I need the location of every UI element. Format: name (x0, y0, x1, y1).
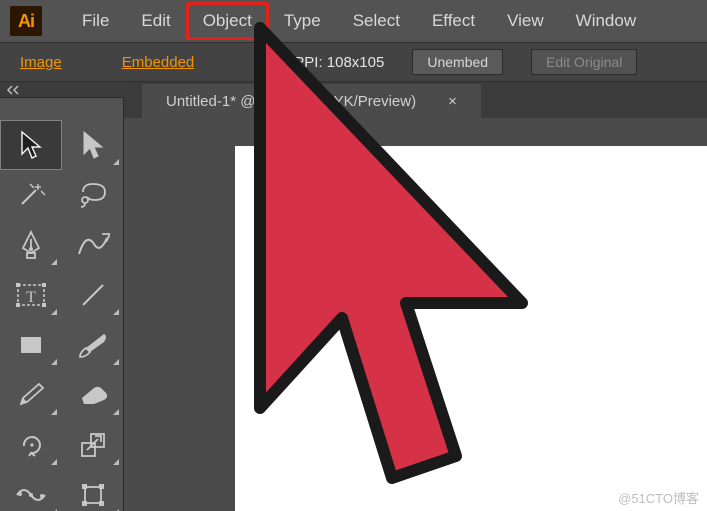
menu-bar: Ai File Edit Object Type Select Effect V… (0, 0, 707, 42)
direct-selection-tool-icon (80, 130, 106, 160)
free-transform-tool[interactable] (62, 470, 124, 511)
double-chevron-left-icon (6, 85, 20, 95)
ppi-label: PPI: 108x105 (294, 54, 384, 71)
rectangle-tool[interactable] (0, 320, 62, 370)
lasso-tool[interactable] (62, 170, 124, 220)
document-title-prefix: Untitled-1* @ (166, 93, 255, 110)
toolbox: T (0, 98, 124, 511)
control-bar: Image Embedded PPI: 108x105 Unembed Edit… (0, 42, 707, 82)
type-tool[interactable]: T (0, 270, 62, 320)
pen-tool-icon (16, 229, 46, 261)
document-title: Untitled-1* @ XXXXXXX YK/Preview) (166, 93, 416, 110)
menu-edit[interactable]: Edit (125, 3, 186, 39)
app-logo: Ai (10, 6, 42, 36)
lasso-icon (77, 180, 109, 210)
menu-effect[interactable]: Effect (416, 3, 491, 39)
paintbrush-icon (76, 330, 110, 360)
scale-icon (78, 430, 108, 460)
pencil-icon (15, 380, 47, 410)
line-segment-icon (78, 280, 108, 310)
menu-select[interactable]: Select (337, 3, 416, 39)
paintbrush-tool[interactable] (62, 320, 124, 370)
document-title-suffix: YK/Preview) (334, 93, 417, 110)
unembed-button[interactable]: Unembed (412, 49, 503, 75)
close-tab-button[interactable]: × (444, 93, 461, 110)
scale-tool[interactable] (62, 420, 124, 470)
embedded-link[interactable]: Embedded (122, 54, 195, 71)
watermark: @51CTO博客 (618, 488, 699, 507)
menu-object[interactable]: Object (187, 3, 268, 39)
pencil-tool[interactable] (0, 370, 62, 420)
panel-expander[interactable] (0, 82, 124, 98)
document-tab[interactable]: Untitled-1* @ XXXXXXX YK/Preview) × (142, 84, 481, 118)
svg-text:T: T (26, 289, 36, 306)
width-tool[interactable] (0, 470, 62, 511)
width-icon (14, 482, 48, 508)
menu-type[interactable]: Type (268, 3, 337, 39)
edit-original-button: Edit Original (531, 49, 637, 75)
type-tool-icon: T (15, 280, 47, 310)
menu-view[interactable]: View (491, 3, 560, 39)
curvature-icon (76, 230, 110, 260)
line-segment-tool[interactable] (62, 270, 124, 320)
menu-file[interactable]: File (66, 3, 125, 39)
selection-tool-icon (18, 130, 44, 160)
eraser-tool[interactable] (62, 370, 124, 420)
document-tab-strip: Untitled-1* @ XXXXXXX YK/Preview) × (124, 82, 707, 118)
magic-wand-icon (16, 180, 46, 210)
rotate-tool[interactable] (0, 420, 62, 470)
rectangle-icon (16, 330, 46, 360)
menu-window[interactable]: Window (560, 3, 652, 39)
image-link[interactable]: Image (20, 54, 62, 71)
pen-tool[interactable] (0, 220, 62, 270)
selection-tool[interactable] (0, 120, 62, 170)
direct-selection-tool[interactable] (62, 120, 124, 170)
magic-wand-tool[interactable] (0, 170, 62, 220)
free-transform-icon (78, 480, 108, 510)
curvature-tool[interactable] (62, 220, 124, 270)
artboard[interactable] (235, 146, 707, 511)
rotate-icon (16, 430, 46, 460)
menu-items: File Edit Object Type Select Effect View… (66, 3, 652, 39)
eraser-icon (76, 382, 110, 408)
